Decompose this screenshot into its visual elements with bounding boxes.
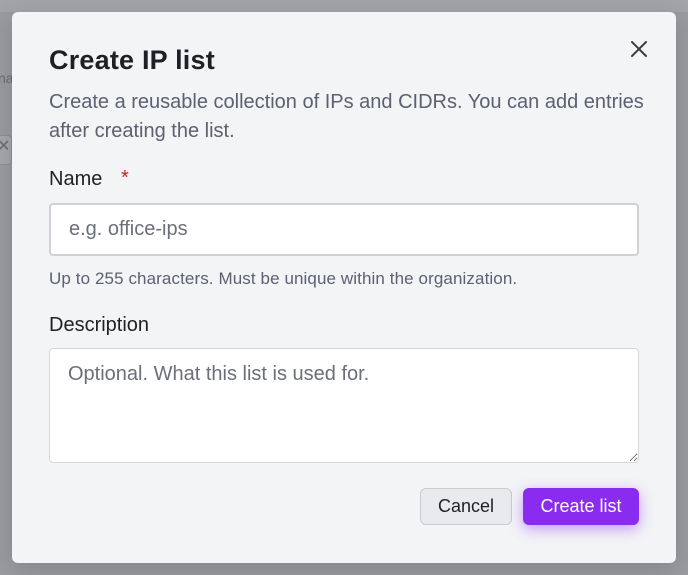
close-icon [631,41,647,57]
dialog-title: Create IP list [49,45,215,75]
create-list-button[interactable]: Create list [523,488,639,525]
close-button[interactable] [626,36,652,62]
name-label: Name [49,168,103,190]
backdrop-close-icon: ✕ [0,135,12,165]
name-hint: Up to 255 characters. Must be unique wit… [49,269,518,288]
cancel-button[interactable]: Cancel [420,488,512,525]
name-input[interactable] [49,203,639,256]
required-marker: * [121,167,129,189]
description-label: Description [49,314,150,336]
backdrop-top-bar [0,0,688,12]
backdrop-text-fragment: na [0,70,14,86]
description-textarea[interactable] [49,348,639,463]
create-ip-list-dialog: Create IP list Create a reusable collect… [12,12,676,563]
dialog-description: Create a reusable collection of IPs and … [49,91,644,142]
